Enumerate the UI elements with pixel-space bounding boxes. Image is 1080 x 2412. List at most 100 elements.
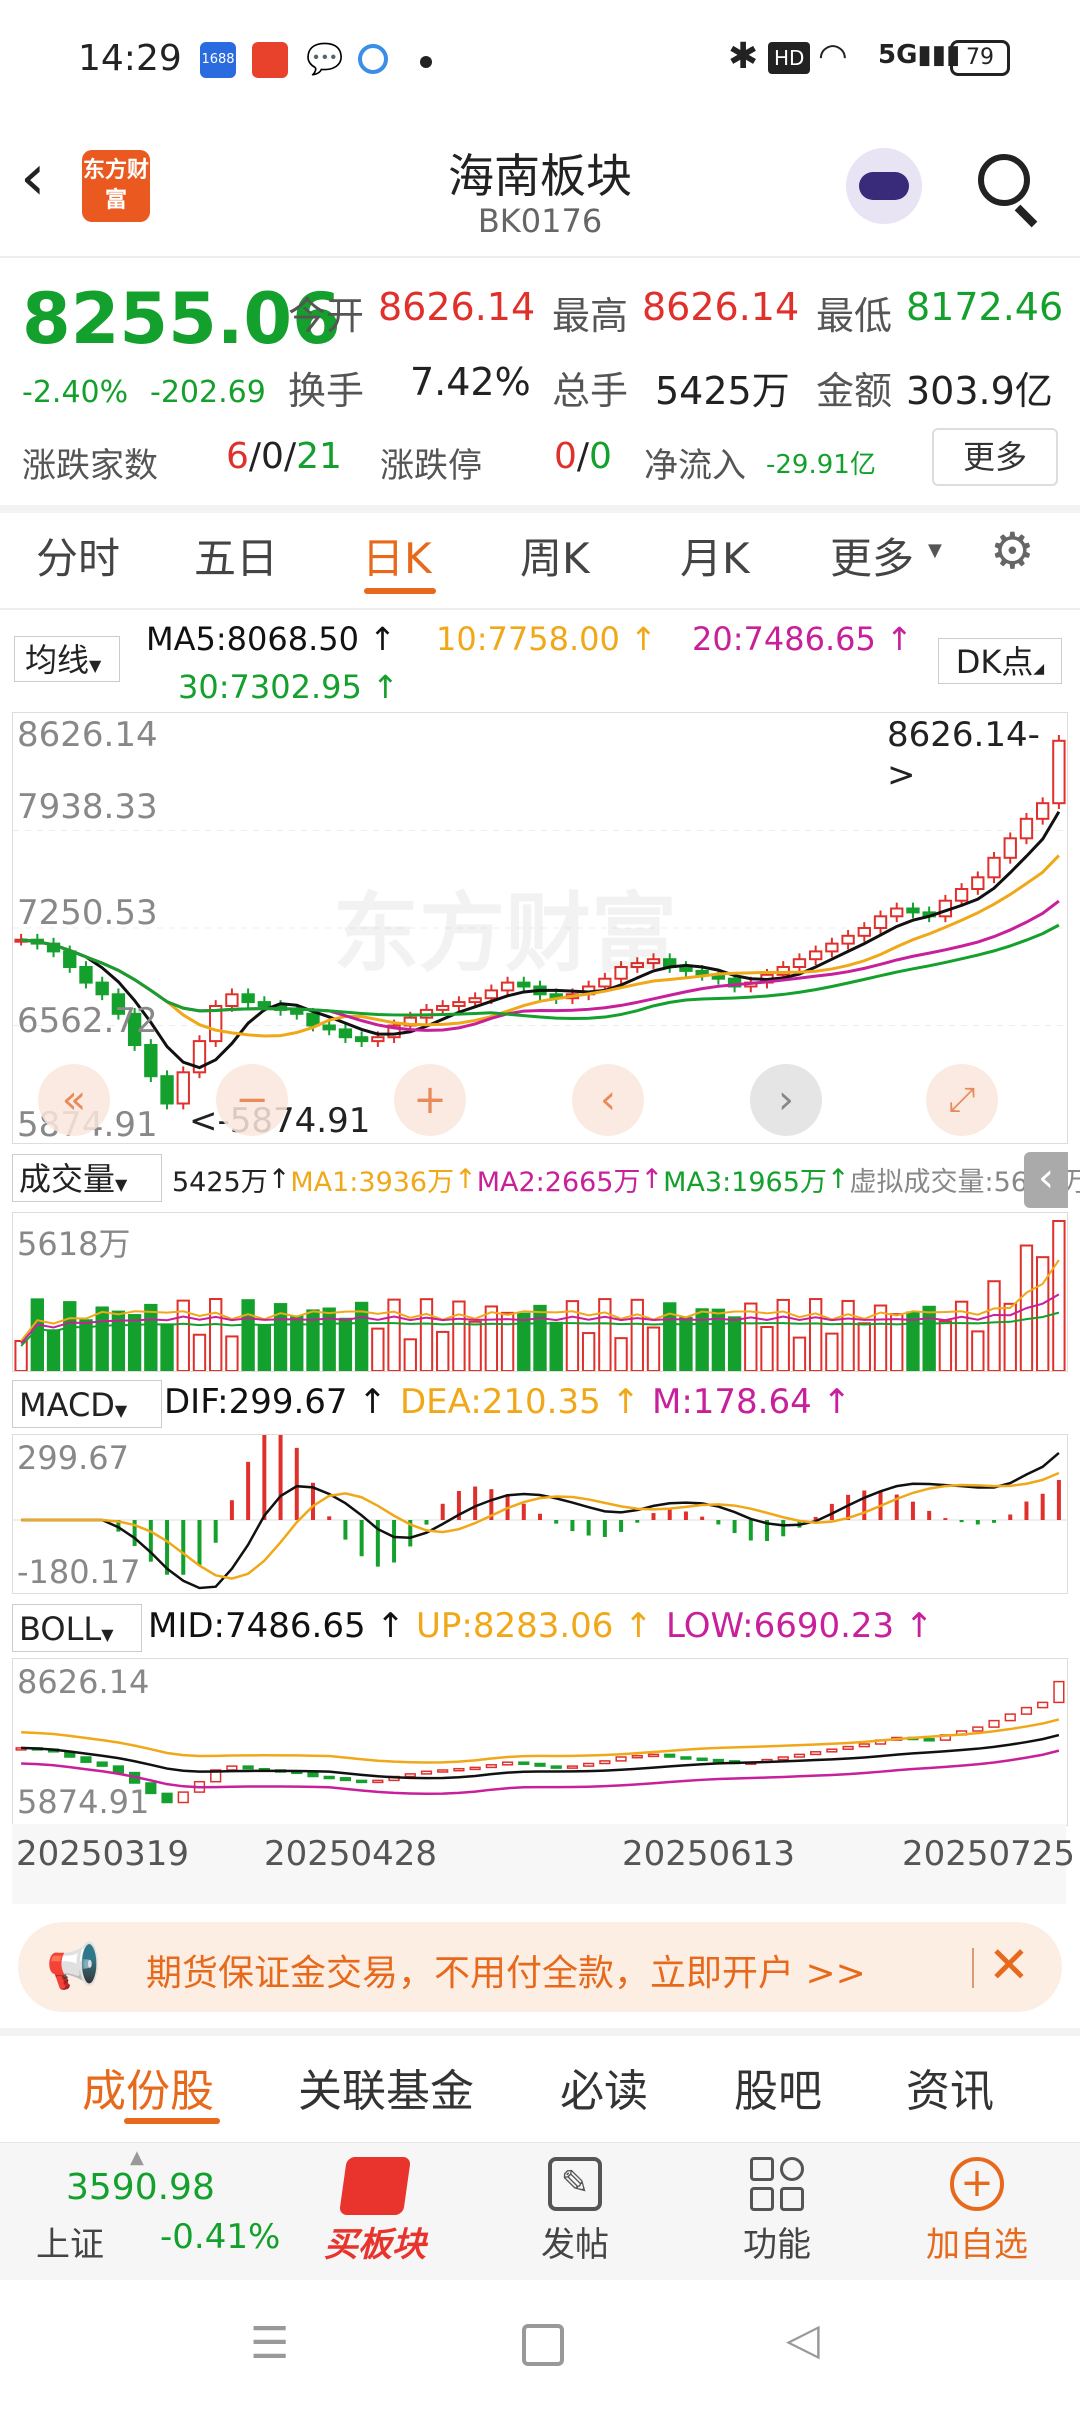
volume-selector[interactable]: 成交量▼ [12, 1154, 162, 1202]
caret-icon: ▼ [115, 1175, 128, 1194]
ad-banner[interactable]: 📢 期货保证金交易，不用付全款，立即开户 >> ✕ [18, 1922, 1062, 2012]
jump-start-button[interactable]: « [38, 1064, 110, 1136]
candle [825, 942, 839, 953]
more-button[interactable]: 更多 [932, 428, 1058, 486]
volume-bar [808, 1298, 823, 1371]
boll-candle [469, 1766, 481, 1771]
tab-active-indicator [364, 588, 436, 594]
candle [338, 1028, 353, 1039]
candle [257, 1001, 272, 1008]
sep: / [248, 436, 262, 477]
scroll-left-button[interactable]: ‹ [572, 1064, 644, 1136]
tab-monthly-k[interactable]: 月K [680, 525, 750, 586]
limit-down-count: 0 [589, 436, 612, 477]
collapse-panel-button[interactable]: ‹ [1024, 1152, 1068, 1208]
quote-divider [0, 505, 1080, 513]
volume-bar [938, 1320, 953, 1371]
boll-candle [242, 1765, 254, 1770]
candle [79, 966, 93, 984]
home-square-icon[interactable] [522, 2324, 564, 2366]
zoom-out-button[interactable]: − [216, 1064, 288, 1136]
tab-guba[interactable]: 股吧 [734, 2055, 822, 2119]
buy-sector-button[interactable]: 买板块 [310, 2153, 440, 2273]
updown-counts: 6 / 0 / 21 [226, 436, 342, 477]
scroll-right-button[interactable]: › [750, 1064, 822, 1136]
volume-bar [873, 1304, 888, 1371]
back-triangle-icon[interactable]: ◁ [786, 2314, 820, 2365]
tab-intraday[interactable]: 分时 [36, 525, 120, 586]
volume-bar [500, 1311, 515, 1371]
high-value: 8626.14 [642, 285, 800, 329]
boll-candle [664, 1753, 676, 1758]
boll-chart[interactable]: 8626.14 5874.91 [12, 1658, 1068, 1826]
wifi-icon: ◠ [818, 36, 848, 76]
index-ticker[interactable]: ▲ 3590.98 上证 -0.41% [36, 2147, 280, 2277]
robot-assistant-icon[interactable] [846, 148, 922, 224]
tab-daily-k[interactable]: 日K [362, 525, 432, 586]
volume-bar [419, 1298, 434, 1371]
ad-separator [972, 1948, 974, 1988]
updown-label: 涨跌家数 [22, 446, 158, 486]
macd-chart[interactable]: 299.67 -180.17 [12, 1434, 1068, 1594]
boll-selector[interactable]: BOLL▼ [12, 1604, 142, 1652]
kline-chart[interactable]: 东方财富 8626.14 7938.33 7250.53 6562.72 587… [12, 712, 1068, 1145]
functions-label: 功能 [743, 2225, 811, 2265]
y-label-top: 8626.14 [17, 715, 158, 755]
boll-candle [485, 1764, 497, 1769]
candle [873, 915, 888, 930]
volume-svg [14, 1220, 1066, 1371]
candle [241, 993, 255, 1004]
boll-y-top: 8626.14 [17, 1663, 150, 1701]
volume-bar [127, 1314, 142, 1371]
open-value: 8626.14 [378, 285, 536, 329]
add-watchlist-button[interactable]: + 加自选 [912, 2153, 1042, 2273]
boll-candle [112, 1765, 125, 1774]
settings-gear-icon[interactable]: ⚙ [990, 522, 1035, 580]
tab-related-funds[interactable]: 关联基金 [298, 2055, 474, 2119]
post-button[interactable]: ✎ 发帖 [520, 2153, 630, 2273]
volume-label: 总手 [552, 369, 629, 413]
candle [890, 907, 904, 918]
volume-chart[interactable]: 5618万 [12, 1212, 1068, 1372]
tab-news[interactable]: 资讯 [906, 2055, 994, 2119]
boll-candle [972, 1726, 984, 1732]
boll-candle [826, 1748, 838, 1753]
date-label: 20250319 [16, 1834, 190, 1874]
candle [954, 888, 969, 902]
fullscreen-icon[interactable]: ⤢ [926, 1064, 998, 1136]
tab-5day[interactable]: 五日 [194, 525, 278, 586]
search-icon[interactable] [978, 154, 1030, 206]
1688-app-icon: 1688 [200, 42, 236, 78]
change-value: -202.69 [150, 375, 266, 410]
volume-bar [209, 1298, 223, 1371]
zoom-in-button[interactable]: + [394, 1064, 466, 1136]
volume-bar [630, 1298, 644, 1371]
macd-selector[interactable]: MACD▼ [12, 1380, 162, 1428]
functions-button[interactable]: 功能 [722, 2153, 832, 2273]
tab-more[interactable]: 更多 [830, 525, 914, 586]
candle [225, 993, 239, 1007]
up-count: 6 [226, 436, 249, 477]
volume-bar [241, 1299, 255, 1371]
candle [468, 997, 482, 1004]
date-label: 20250613 [622, 1834, 796, 1874]
dk-point-button[interactable]: DK点◢ [938, 638, 1062, 684]
tab-weekly-k[interactable]: 周K [520, 525, 590, 586]
candle [371, 1036, 385, 1043]
ma30-legend: 30:7302.95 ↑ [178, 668, 399, 706]
low-label: 最低 [816, 294, 893, 338]
down-count: 21 [296, 436, 342, 477]
ma-selector[interactable]: 均线▼ [14, 636, 120, 682]
tab-constituents[interactable]: 成份股 [82, 2055, 214, 2119]
boll-candle [923, 1738, 935, 1742]
boll-up-line [21, 1718, 1060, 1764]
boll-candle [777, 1756, 789, 1761]
boll-candle [453, 1767, 465, 1772]
boll-candle [518, 1761, 530, 1765]
baidu-icon [358, 44, 388, 74]
tab-must-read[interactable]: 必读 [560, 2055, 648, 2119]
volume-bar [679, 1316, 693, 1371]
close-icon[interactable]: ✕ [988, 1936, 1030, 1994]
turnover-value: 7.42% [410, 360, 531, 404]
menu-icon[interactable]: ☰ [250, 2318, 289, 2369]
